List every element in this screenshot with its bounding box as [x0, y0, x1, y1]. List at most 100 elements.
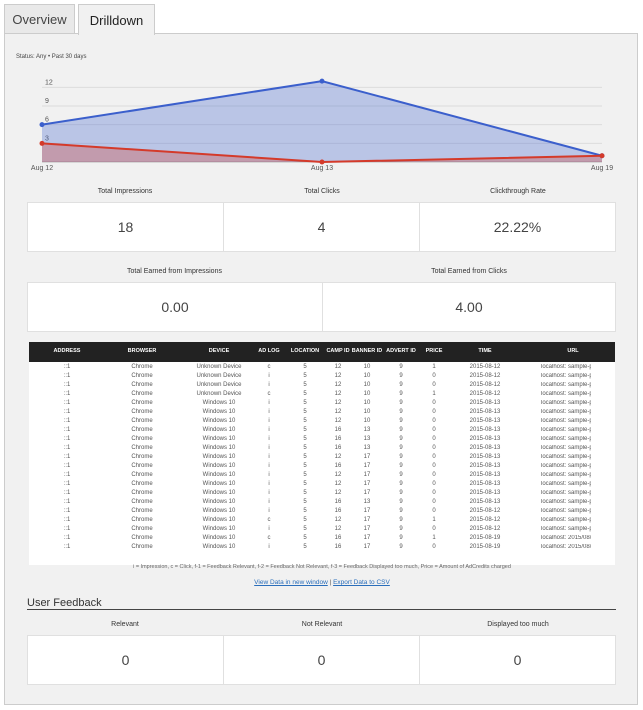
table-cell: 2015-08-13 — [469, 427, 501, 433]
column-header[interactable]: ADDRESS — [54, 348, 81, 354]
table-cell: 5 — [303, 445, 307, 451]
column-header[interactable]: TIME — [478, 348, 491, 354]
table-cell: ::1 — [63, 409, 71, 415]
table-cell: 5 — [303, 463, 307, 469]
table-cell: 2015-08-19 — [469, 535, 501, 541]
table-cell: 12 — [334, 490, 342, 496]
column-header[interactable]: BROWSER — [128, 348, 157, 354]
feedback-relevant-label: Relevant — [111, 621, 139, 628]
table-cell: Windows 10 — [202, 544, 236, 550]
table-row: ::1 Chrome Unknown Device i 5 12 10 9 0 2015-08-1… — [29, 382, 615, 391]
earned-clicks-label: Total Earned from Clicks — [431, 268, 507, 275]
feedback-not-relevant-label: Not Relevant — [301, 621, 343, 628]
table-cell: i — [268, 454, 270, 460]
table-cell: 9 — [399, 490, 403, 496]
table-cell: 16 — [334, 436, 342, 442]
table-cell: 2015-08-13 — [469, 436, 501, 442]
table-cell: Chrome — [131, 517, 153, 523]
table-row: ::1 Chrome Windows 10 i 5 12 17 9 0 2015-08-13 loc… — [29, 472, 615, 481]
export-csv-link[interactable]: Export Data to CSV — [333, 579, 390, 586]
table-cell: localhost: sample-page/ — [541, 490, 591, 496]
table-cell: 12 — [334, 481, 342, 487]
table-row: ::1 Chrome Windows 10 i 5 12 17 9 0 2015-08-13 loc… — [29, 454, 615, 463]
table-row: ::1 Chrome Unknown Device c 5 12 10 9 1 2015-08-1… — [29, 391, 615, 400]
table-cell: 9 — [399, 481, 403, 487]
table-cell: ::1 — [63, 535, 71, 541]
column-header[interactable]: CAMP ID — [326, 348, 349, 354]
table-cell: 16 — [334, 508, 342, 514]
table-cell: Unknown Device — [196, 373, 242, 379]
table-cell: 12 — [334, 472, 342, 478]
table-cell: Windows 10 — [202, 409, 236, 415]
table-row: ::1 Chrome Unknown Device i 5 12 10 9 0 2015-08-1… — [29, 373, 615, 382]
column-header[interactable]: PRICE — [426, 348, 443, 354]
ad-log-table[interactable]: ADDRESS BROWSER DEVICE AD LOG LOCATION CAMP I… — [29, 342, 615, 565]
link-separator: | — [329, 579, 332, 586]
table-cell: 0 — [432, 481, 436, 487]
column-header[interactable]: URL — [567, 348, 578, 354]
tab-overview[interactable]: Overview — [4, 4, 75, 33]
table-cell: 0 — [432, 400, 436, 406]
table-cell: 5 — [303, 382, 307, 388]
table-cell: ::1 — [63, 463, 71, 469]
table-cell: c — [267, 391, 271, 397]
table-cell: 13 — [363, 445, 371, 451]
table-row: ::1 Chrome Windows 10 i 5 16 17 9 0 2015-08-19 loc… — [29, 544, 615, 553]
table-cell: 5 — [303, 544, 307, 550]
data-point — [39, 140, 45, 146]
table-cell: ::1 — [63, 436, 71, 442]
table-row: ::1 Chrome Windows 10 i 5 12 10 9 0 2015-08-13 loc… — [29, 400, 615, 409]
table-cell: 9 — [399, 373, 403, 379]
table-cell: ::1 — [63, 427, 71, 433]
table-cell: i — [268, 445, 270, 451]
table-cell: 17 — [363, 481, 371, 487]
table-cell: Unknown Device — [196, 391, 242, 397]
table-cell: i — [268, 499, 270, 505]
table-cell: 0 — [432, 463, 436, 469]
table-cell: i — [268, 490, 270, 496]
column-header[interactable]: DEVICE — [209, 348, 229, 354]
view-data-link[interactable]: View Data in new window — [254, 579, 328, 586]
tab-drilldown[interactable]: Drilldown — [78, 4, 155, 35]
table-row: ::1 Chrome Windows 10 i 5 16 17 9 0 2015-08-13 loc… — [29, 463, 615, 472]
table-cell: 9 — [399, 382, 403, 388]
table-cell: 5 — [303, 373, 307, 379]
column-header[interactable]: ADVERT ID — [386, 348, 416, 354]
table-cell: 1 — [432, 535, 436, 541]
clickthrough-rate-label: Clickthrough Rate — [490, 188, 546, 195]
table-cell: 2015-08-12 — [469, 526, 501, 532]
table-cell: Windows 10 — [202, 472, 236, 478]
table-cell: localhost: sample-page/ — [541, 454, 591, 460]
table-cell: 12 — [334, 418, 342, 424]
table-cell: Chrome — [131, 490, 153, 496]
table-cell: 9 — [399, 544, 403, 550]
table-cell: ::1 — [63, 481, 71, 487]
table-cell: Windows 10 — [202, 490, 236, 496]
table-cell: 10 — [363, 391, 371, 397]
column-header[interactable]: BANNER ID — [352, 348, 383, 354]
table-cell: 10 — [363, 400, 371, 406]
table-cell: localhost: sample-page/ — [541, 445, 591, 451]
table-cell: 5 — [303, 508, 307, 514]
column-header[interactable]: LOCATION — [291, 348, 319, 354]
table-cell: localhost: sample-page/ — [541, 526, 591, 532]
column-header[interactable]: AD LOG — [258, 348, 279, 354]
table-cell: 12 — [334, 382, 342, 388]
table-cell: 17 — [363, 544, 371, 550]
total-impressions-value: 18 — [27, 202, 224, 252]
table-cell: i — [268, 418, 270, 424]
table-cell: i — [268, 409, 270, 415]
table-cell: 2015-08-13 — [469, 418, 501, 424]
table-cell: 2015-08-13 — [469, 463, 501, 469]
table-cell: 0 — [432, 418, 436, 424]
table-cell: Windows 10 — [202, 445, 236, 451]
table-legend: i = Impression, c = Click, f-1 = Feedbac… — [133, 564, 511, 570]
table-cell: localhost: sample-page/ — [541, 391, 591, 397]
table-cell: 9 — [399, 427, 403, 433]
data-point — [319, 78, 325, 84]
table-cell: 17 — [363, 463, 371, 469]
table-cell: ::1 — [63, 454, 71, 460]
table-cell: Chrome — [131, 382, 153, 388]
table-cell: 1 — [432, 364, 436, 370]
table-cell: 12 — [334, 526, 342, 532]
